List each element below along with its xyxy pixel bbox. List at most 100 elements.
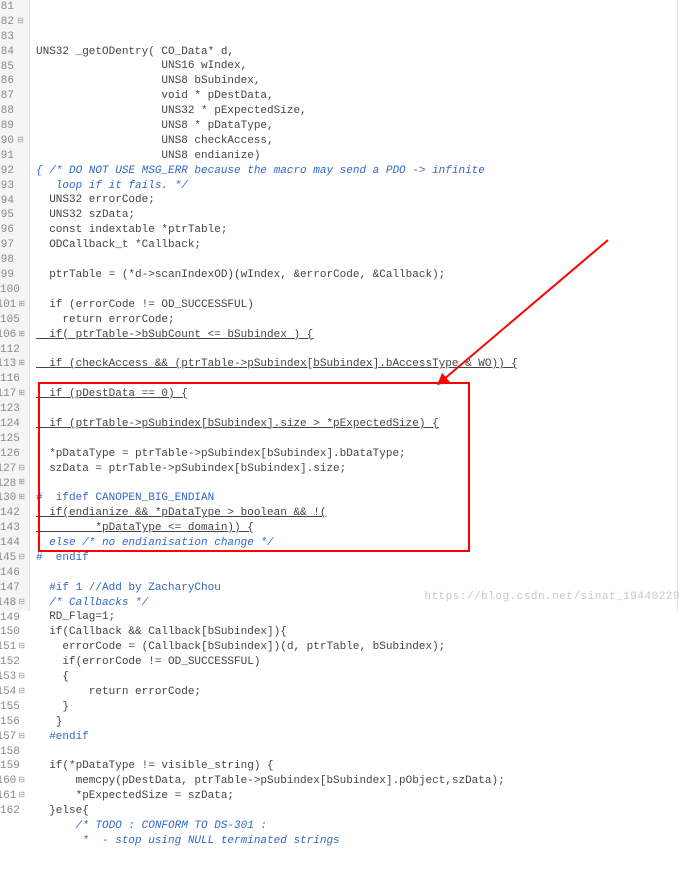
code-line[interactable]: if (errorCode != OD_SUCCESSFUL)	[36, 298, 690, 313]
code-line[interactable]: if(*pDataType != visible_string) {	[36, 759, 690, 774]
line-number: 146	[0, 566, 25, 581]
line-number: 101⊞	[0, 298, 25, 313]
line-number: 142	[0, 506, 25, 521]
line-number: 106⊞	[0, 328, 25, 343]
code-line[interactable]: const indextable *ptrTable;	[36, 223, 690, 238]
code-line[interactable]: UNS32 errorCode;	[36, 193, 690, 208]
code-line[interactable]: UNS32 _getODentry( CO_Data* d,	[36, 45, 690, 60]
code-line[interactable]: UNS8 bSubindex,	[36, 74, 690, 89]
code-line[interactable]: }	[36, 700, 690, 715]
line-number: 97	[0, 238, 25, 253]
code-line[interactable]: if(endianize && *pDataType > boolean && …	[36, 506, 690, 521]
code-line[interactable]: UNS8 * pDataType,	[36, 119, 690, 134]
fold-collapse-icon[interactable]: ⊟	[18, 733, 25, 742]
code-line[interactable]: UNS8 checkAccess,	[36, 134, 690, 149]
line-number: 145⊟	[0, 551, 25, 566]
code-line[interactable]: loop if it fails. */	[36, 179, 690, 194]
code-area[interactable]: UNS32 _getODentry( CO_Data* d, UNS16 wIn…	[30, 0, 690, 611]
fold-collapse-icon[interactable]: ⊟	[18, 643, 25, 652]
fold-collapse-icon[interactable]: ⊟	[16, 18, 25, 27]
line-number: 117⊞	[0, 387, 25, 402]
code-line[interactable]: *pDataType <= domain)) {	[36, 521, 690, 536]
line-number: 147	[0, 581, 25, 596]
code-line[interactable]	[36, 432, 690, 447]
line-number: 112	[0, 342, 25, 357]
code-line[interactable]	[36, 476, 690, 491]
code-line[interactable]	[36, 342, 690, 357]
code-line[interactable]	[36, 283, 690, 298]
line-number: 81	[0, 0, 25, 15]
code-line[interactable]: #endif	[36, 730, 690, 745]
fold-collapse-icon[interactable]: ⊟	[18, 554, 25, 563]
code-line[interactable]: ODCallback_t *Callback;	[36, 238, 690, 253]
code-line[interactable]: { /* DO NOT USE MSG_ERR because the macr…	[36, 164, 690, 179]
code-line[interactable]: RD_Flag=1;	[36, 610, 690, 625]
line-gutter[interactable]: 8182⊟8384858687888990⊟919293949596979899…	[0, 0, 30, 611]
fold-collapse-icon[interactable]: ⊟	[18, 673, 25, 682]
code-line[interactable]: if(Callback && Callback[bSubindex]){	[36, 625, 690, 640]
code-line[interactable]: if(errorCode != OD_SUCCESSFUL)	[36, 655, 690, 670]
fold-collapse-icon[interactable]: ⊟	[16, 137, 25, 146]
code-line[interactable]: * - stop using NULL terminated strings	[36, 834, 690, 849]
fold-expand-icon[interactable]: ⊞	[18, 331, 25, 340]
line-number: 91	[0, 149, 25, 164]
line-number: 143	[0, 521, 25, 536]
code-line[interactable]: if (ptrTable->pSubindex[bSubindex].size …	[36, 417, 690, 432]
code-line[interactable]: if (pDestData == 0) {	[36, 387, 690, 402]
code-line[interactable]: ptrTable = (*d->scanIndexOD)(wIndex, &er…	[36, 268, 690, 283]
code-line[interactable]: *pDataType = ptrTable->pSubindex[bSubind…	[36, 447, 690, 462]
code-line[interactable]: errorCode = (Callback[bSubindex])(d, ptr…	[36, 640, 690, 655]
fold-expand-icon[interactable]: ⊞	[18, 390, 25, 399]
line-number: 156	[0, 715, 25, 730]
fold-collapse-icon[interactable]: ⊟	[18, 792, 25, 801]
code-editor: 8182⊟8384858687888990⊟919293949596979899…	[0, 0, 690, 611]
code-line[interactable]: /* TODO : CONFORM TO DS-301 :	[36, 819, 690, 834]
code-line[interactable]: else /* no endianisation change */	[36, 536, 690, 551]
watermark: https://blog.csdn.net/sinat_19440229	[424, 591, 680, 603]
line-number: 93	[0, 179, 25, 194]
code-line[interactable]	[36, 566, 690, 581]
line-number: 92	[0, 164, 25, 179]
code-line[interactable]	[36, 253, 690, 268]
code-line[interactable]	[36, 30, 690, 45]
line-number: 158	[0, 745, 25, 760]
line-number: 150	[0, 625, 25, 640]
code-line[interactable]: if (checkAccess && (ptrTable->pSubindex[…	[36, 357, 690, 372]
code-line[interactable]: # endif	[36, 551, 690, 566]
fold-collapse-icon[interactable]: ⊟	[18, 688, 25, 697]
fold-expand-icon[interactable]: ⊞	[18, 360, 25, 369]
fold-collapse-icon[interactable]: ⊟	[18, 465, 25, 474]
line-number: 99	[0, 268, 25, 283]
code-line[interactable]: UNS8 endianize)	[36, 149, 690, 164]
line-number: 127⊟	[0, 462, 25, 477]
code-line[interactable]: UNS32 * pExpectedSize,	[36, 104, 690, 119]
code-line[interactable]: UNS16 wIndex,	[36, 59, 690, 74]
code-line[interactable]	[36, 744, 690, 759]
line-number: 88	[0, 104, 25, 119]
line-number: 155	[0, 700, 25, 715]
code-line[interactable]: }	[36, 715, 690, 730]
code-line[interactable]: {	[36, 670, 690, 685]
code-line[interactable]: *pExpectedSize = szData;	[36, 789, 690, 804]
code-line[interactable]: szData = ptrTable->pSubindex[bSubindex].…	[36, 462, 690, 477]
code-line[interactable]: if( ptrTable->bSubCount <= bSubindex ) {	[36, 328, 690, 343]
line-number: 149	[0, 611, 25, 626]
code-line[interactable]	[36, 372, 690, 387]
fold-expand-icon[interactable]: ⊞	[18, 494, 25, 503]
code-line[interactable]	[36, 402, 690, 417]
fold-expand-icon[interactable]: ⊞	[18, 301, 25, 310]
code-line[interactable]: memcpy(pDestData, ptrTable->pSubindex[bS…	[36, 774, 690, 789]
fold-collapse-icon[interactable]: ⊟	[18, 599, 25, 608]
code-line[interactable]: UNS32 szData;	[36, 208, 690, 223]
line-number: 90⊟	[0, 134, 25, 149]
fold-collapse-icon[interactable]: ⊟	[18, 777, 25, 786]
line-number: 126	[0, 447, 25, 462]
code-line[interactable]: return errorCode;	[36, 685, 690, 700]
line-number: 123	[0, 402, 25, 417]
code-line[interactable]: }else{	[36, 804, 690, 819]
line-number: 83	[0, 30, 25, 45]
code-line[interactable]: # ifdef CANOPEN_BIG_ENDIAN	[36, 491, 690, 506]
code-line[interactable]: return errorCode;	[36, 313, 690, 328]
code-line[interactable]: void * pDestData,	[36, 89, 690, 104]
fold-expand-icon[interactable]: ⊞	[18, 479, 25, 488]
